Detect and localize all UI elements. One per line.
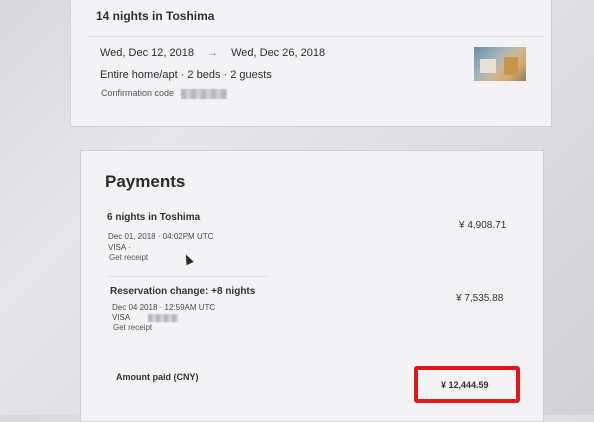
thumbnail-detail: [504, 57, 518, 75]
payment-item-title: 6 nights in Toshima: [107, 212, 201, 223]
listing-details: Entire home/apt · 2 beds · 2 guests: [100, 69, 272, 81]
listing-thumbnail[interactable]: [474, 47, 526, 81]
get-receipt-link[interactable]: Get receipt: [113, 323, 152, 332]
confirmation-label: Confirmation code: [101, 88, 175, 98]
trip-title: 14 nights in Toshima: [96, 9, 215, 23]
redacted-confirmation-code: [180, 88, 227, 99]
amount-paid-label: Amount paid (CNY): [116, 372, 199, 382]
trip-dates: Wed, Dec 12, 2018 → Wed, Dec 26, 2018: [100, 47, 325, 59]
payment-item-method: VISA: [112, 312, 179, 323]
confirmation-code: Confirmation code: [101, 88, 227, 99]
payment-item-amount: ¥ 4,908.71: [459, 220, 507, 231]
payment-item-amount: ¥ 7,535.88: [456, 293, 504, 304]
arrow-right-icon: →: [207, 47, 219, 59]
row-divider: [108, 276, 268, 277]
payment-item-method: VISA ·: [108, 243, 131, 252]
payment-date-prefix: Dec 04: [112, 303, 138, 312]
get-receipt-link[interactable]: Get receipt: [109, 253, 148, 262]
payment-date-suffix: 2018 · 12:59AM UTC: [139, 303, 216, 312]
redacted-card-number: [148, 313, 179, 322]
payment-method-label: VISA: [112, 313, 130, 322]
highlight-box: [414, 366, 520, 403]
thumbnail-detail: [480, 59, 496, 73]
check-in-date: Wed, Dec 12, 2018: [100, 47, 194, 59]
payment-item-title: Reservation change: +8 nights: [110, 286, 256, 297]
payments-title: Payments: [105, 172, 186, 191]
payment-item-date: Dec 01, 2018 · 04:02PM UTC: [108, 232, 214, 241]
check-out-date: Wed, Dec 26, 2018: [231, 47, 326, 59]
trip-divider: [88, 36, 543, 37]
